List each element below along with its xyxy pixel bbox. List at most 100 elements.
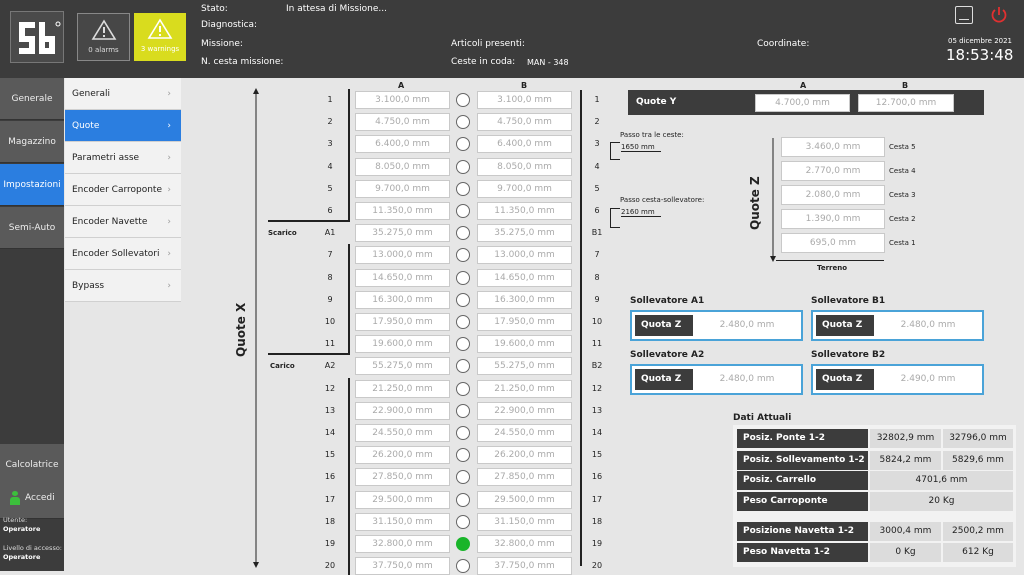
quota-a-field[interactable]: 19.600,0 mm — [355, 335, 450, 354]
power-icon[interactable] — [990, 6, 1008, 24]
quota-b-field[interactable]: 6.400,0 mm — [477, 135, 572, 154]
quota-a-field[interactable]: 29.500,0 mm — [355, 490, 450, 509]
alarms-indicator[interactable]: 0 alarms — [77, 13, 130, 61]
quota-z-value[interactable]: 2.480,0 mm — [696, 369, 798, 390]
row-right-label: 19 — [591, 539, 603, 548]
quota-a-field[interactable]: 4.750,0 mm — [355, 113, 450, 132]
position-indicator[interactable] — [456, 559, 470, 574]
row-right-label: 16 — [591, 472, 603, 482]
quota-b-field[interactable]: 27.850,0 mm — [477, 468, 572, 487]
sidebar-item-semi-auto[interactable]: Semi-Auto — [0, 207, 64, 249]
warnings-indicator[interactable]: 3 warnings — [134, 13, 186, 61]
quota-a-field[interactable]: 35.275,0 mm — [355, 224, 450, 243]
position-indicator[interactable] — [456, 470, 470, 485]
sidebar-item-magazzino[interactable]: Magazzino — [0, 121, 64, 163]
submenu-item-label: Encoder Sollevatori — [72, 248, 160, 259]
quota-a-field[interactable]: 22.900,0 mm — [355, 401, 450, 420]
quota-a-field[interactable]: 31.150,0 mm — [355, 512, 450, 531]
position-indicator[interactable] — [456, 93, 470, 107]
quota-z-field[interactable]: 1.390,0 mm — [781, 209, 885, 229]
position-indicator[interactable] — [456, 492, 470, 507]
quota-b-field[interactable]: 37.750,0 mm — [477, 557, 572, 575]
quota-b-field[interactable]: 22.900,0 mm — [477, 401, 572, 420]
position-indicator[interactable] — [456, 426, 470, 440]
quota-b-field[interactable]: 31.150,0 mm — [477, 512, 572, 531]
quota-z-value[interactable]: 2.490,0 mm — [877, 369, 979, 390]
position-indicator[interactable] — [456, 448, 470, 463]
sidebar-item-impostazioni[interactable]: Impostazioni — [0, 164, 64, 206]
position-indicator[interactable] — [456, 137, 470, 152]
quote-y-a-field[interactable]: 4.700,0 mm — [755, 94, 850, 112]
position-indicator[interactable] — [456, 270, 470, 285]
quota-a-field[interactable]: 13.000,0 mm — [355, 246, 450, 265]
quota-a-field[interactable]: 27.850,0 mm — [355, 468, 450, 487]
diagnostica-label: Diagnostica: — [201, 20, 258, 30]
quota-a-field[interactable]: 8.050,0 mm — [355, 157, 450, 176]
position-indicator[interactable] — [456, 359, 470, 374]
quota-b-field[interactable]: 13.000,0 mm — [477, 246, 572, 265]
quota-a-field[interactable]: 55.275,0 mm — [355, 357, 450, 376]
position-indicator[interactable] — [456, 315, 470, 329]
quota-a-field[interactable]: 9.700,0 mm — [355, 179, 450, 198]
submenu-item-encoder-navette[interactable]: Encoder Navette › — [65, 206, 181, 238]
position-indicator[interactable] — [456, 159, 470, 174]
position-indicator[interactable] — [456, 537, 470, 551]
position-indicator[interactable] — [456, 115, 470, 130]
quota-a-field[interactable]: 11.350,0 mm — [355, 202, 450, 220]
cesta-label: Cesta 1 — [889, 239, 916, 247]
submenu-item-encoder-sollevatori[interactable]: Encoder Sollevatori › — [65, 238, 181, 270]
quota-a-field[interactable]: 32.800,0 mm — [355, 535, 450, 553]
quota-b-field[interactable]: 3.100,0 mm — [477, 91, 572, 109]
quota-b-field[interactable]: 24.550,0 mm — [477, 424, 572, 442]
quote-y-b-field[interactable]: 12.700,0 mm — [858, 94, 954, 112]
quota-b-field[interactable]: 4.750,0 mm — [477, 113, 572, 132]
quota-z-field[interactable]: 3.460,0 mm — [781, 137, 885, 157]
quota-a-field[interactable]: 16.300,0 mm — [355, 290, 450, 309]
sidebar-item-generale[interactable]: Generale — [0, 78, 64, 120]
quota-b-field[interactable]: 55.275,0 mm — [477, 357, 572, 376]
position-indicator[interactable] — [456, 204, 470, 218]
position-indicator[interactable] — [456, 248, 470, 263]
quota-b-field[interactable]: 16.300,0 mm — [477, 290, 572, 309]
quota-a-field[interactable]: 21.250,0 mm — [355, 379, 450, 398]
quota-b-field[interactable]: 29.500,0 mm — [477, 490, 572, 509]
position-indicator[interactable] — [456, 403, 470, 418]
quota-b-field[interactable]: 11.350,0 mm — [477, 202, 572, 220]
quota-b-field[interactable]: 8.050,0 mm — [477, 157, 572, 176]
chevron-right-icon: › — [167, 152, 171, 163]
quota-b-field[interactable]: 17.950,0 mm — [477, 313, 572, 331]
quota-z-field[interactable]: 695,0 mm — [781, 233, 885, 253]
quota-b-field[interactable]: 14.650,0 mm — [477, 268, 572, 287]
submenu-item-generali[interactable]: Generali › — [65, 78, 181, 110]
position-indicator[interactable] — [456, 337, 470, 352]
position-indicator[interactable] — [456, 181, 470, 196]
quota-b-field[interactable]: 26.200,0 mm — [477, 446, 572, 465]
quota-b-field[interactable]: 21.250,0 mm — [477, 379, 572, 398]
quota-b-field[interactable]: 9.700,0 mm — [477, 179, 572, 198]
quota-a-field[interactable]: 26.200,0 mm — [355, 446, 450, 465]
quota-a-field[interactable]: 37.750,0 mm — [355, 557, 450, 575]
accedi-button[interactable]: Accedi — [0, 477, 64, 519]
position-indicator[interactable] — [456, 292, 470, 307]
quota-z-field[interactable]: 2.770,0 mm — [781, 161, 885, 181]
quota-a-field[interactable]: 6.400,0 mm — [355, 135, 450, 154]
position-indicator[interactable] — [456, 514, 470, 529]
quota-b-field[interactable]: 32.800,0 mm — [477, 535, 572, 553]
quota-a-field[interactable]: 14.650,0 mm — [355, 268, 450, 287]
submenu-item-quote[interactable]: Quote › — [65, 110, 181, 142]
submenu-item-parametri-asse[interactable]: Parametri asse › — [65, 142, 181, 174]
quota-b-field[interactable]: 19.600,0 mm — [477, 335, 572, 354]
quota-b-field[interactable]: 35.275,0 mm — [477, 224, 572, 243]
quota-z-value[interactable]: 2.480,0 mm — [696, 315, 798, 336]
quota-z-field[interactable]: 2.080,0 mm — [781, 185, 885, 205]
position-indicator[interactable] — [456, 226, 470, 241]
submenu-item-bypass[interactable]: Bypass › — [65, 270, 181, 302]
quota-a-field[interactable]: 24.550,0 mm — [355, 424, 450, 442]
row-right-label: 11 — [591, 339, 603, 349]
position-indicator[interactable] — [456, 381, 470, 396]
submenu-item-encoder-carroponte[interactable]: Encoder Carroponte › — [65, 174, 181, 206]
quota-z-value[interactable]: 2.480,0 mm — [877, 315, 979, 336]
minimize-icon[interactable] — [955, 6, 973, 24]
quota-a-field[interactable]: 3.100,0 mm — [355, 91, 450, 109]
quota-a-field[interactable]: 17.950,0 mm — [355, 313, 450, 331]
